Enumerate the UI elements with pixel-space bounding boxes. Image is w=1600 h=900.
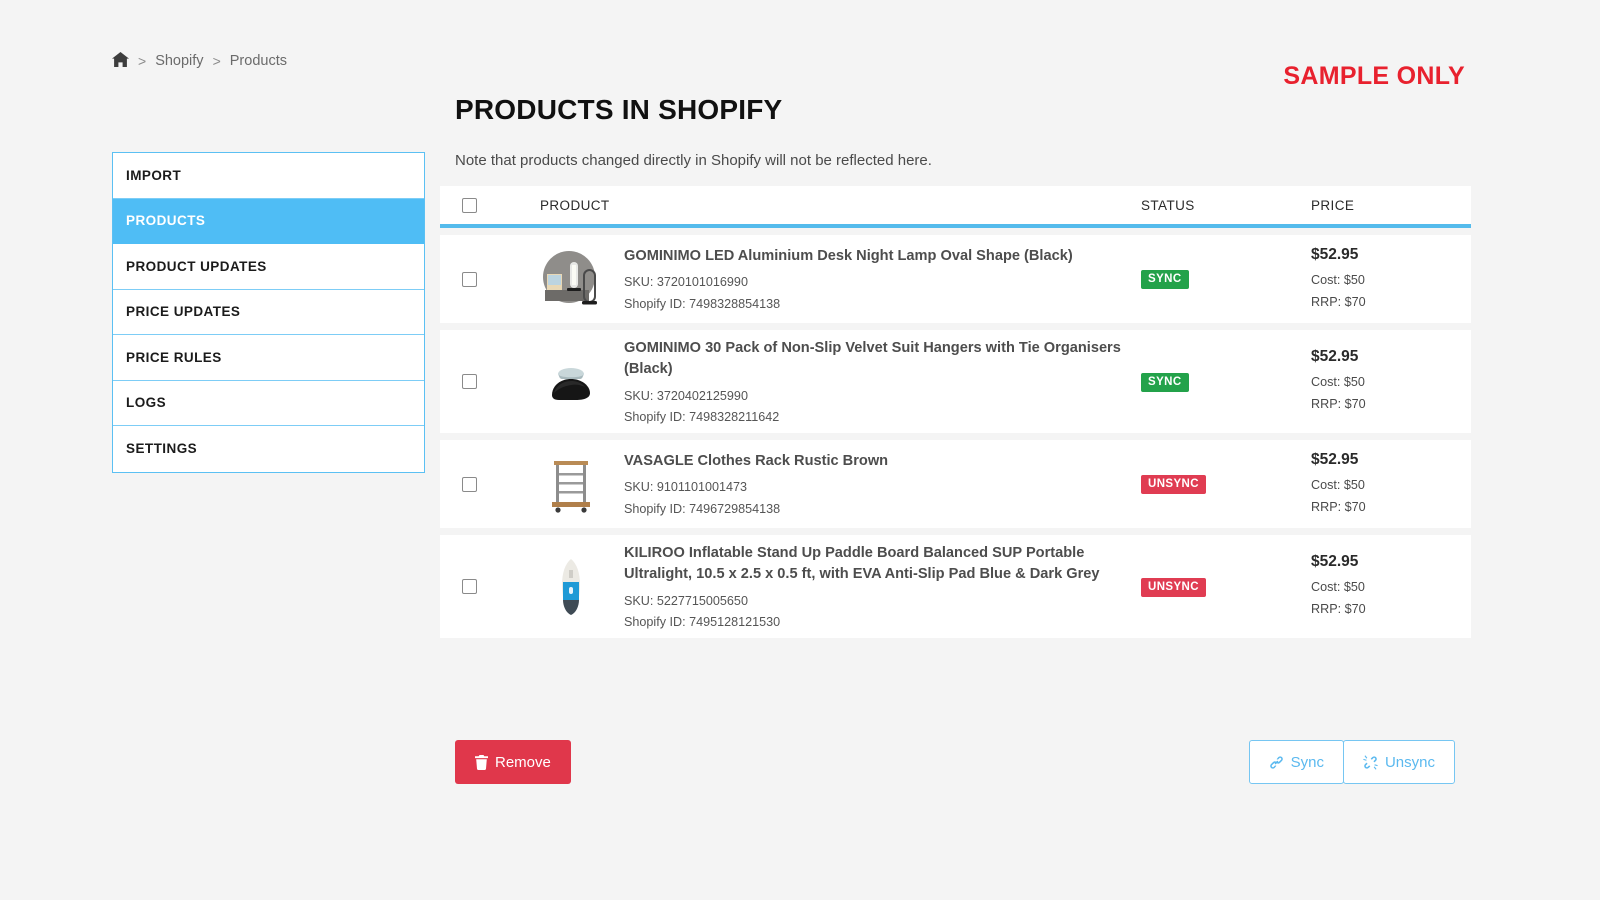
status-cell: SYNC: [1141, 269, 1311, 289]
unsync-button[interactable]: Unsync: [1343, 740, 1455, 784]
breadcrumb: > Shopify > Products: [112, 52, 287, 71]
select-all-checkbox[interactable]: [462, 198, 477, 213]
price-cell: $52.95 Cost: $50 RRP: $70: [1311, 553, 1471, 620]
status-badge: UNSYNC: [1141, 475, 1206, 494]
column-header-product: PRODUCT: [540, 198, 1141, 213]
remove-button[interactable]: Remove: [455, 740, 571, 784]
table-row[interactable]: VASAGLE Clothes Rack Rustic Brown SKU: 9…: [440, 440, 1471, 528]
product-name: GOMINIMO 30 Pack of Non-Slip Velvet Suit…: [624, 338, 1141, 380]
sidebar-item-settings[interactable]: SETTINGS: [113, 426, 424, 472]
sidebar-item-product-updates[interactable]: PRODUCT UPDATES: [113, 244, 424, 290]
product-cell: VASAGLE Clothes Rack Rustic Brown SKU: 9…: [540, 449, 1141, 518]
products-table: PRODUCT STATUS PRICE: [440, 186, 1471, 638]
table-header-row: PRODUCT STATUS PRICE: [440, 186, 1471, 228]
status-cell: UNSYNC: [1141, 474, 1311, 494]
remove-button-label: Remove: [495, 754, 551, 771]
breadcrumb-separator-1: >: [138, 53, 146, 69]
product-sku: SKU: 9101101001473: [624, 477, 888, 497]
table-row[interactable]: KILIROO Inflatable Stand Up Paddle Board…: [440, 535, 1471, 638]
sidebar-item-price-updates[interactable]: PRICE UPDATES: [113, 290, 424, 336]
row-select-cell: [462, 374, 540, 389]
table-row[interactable]: GOMINIMO LED Aluminium Desk Night Lamp O…: [440, 235, 1471, 323]
sidebar-item-price-rules[interactable]: PRICE RULES: [113, 335, 424, 381]
product-price: $52.95: [1311, 451, 1471, 469]
column-header-status: STATUS: [1141, 198, 1311, 213]
sidebar-item-logs[interactable]: LOGS: [113, 381, 424, 427]
product-price: $52.95: [1311, 553, 1471, 571]
product-name: VASAGLE Clothes Rack Rustic Brown: [624, 451, 888, 472]
status-badge: SYNC: [1141, 373, 1189, 392]
product-name: KILIROO Inflatable Stand Up Paddle Board…: [624, 543, 1141, 585]
product-shopify-id: Shopify ID: 7495128121530: [624, 612, 1141, 632]
column-header-price: PRICE: [1311, 198, 1471, 213]
product-cost: Cost: $50: [1311, 577, 1471, 598]
product-shopify-id: Shopify ID: 7498328211642: [624, 407, 1141, 427]
product-rrp: RRP: $70: [1311, 394, 1471, 415]
velvet-hangers-thumbnail: [540, 351, 602, 413]
row-checkbox[interactable]: [462, 272, 477, 287]
product-cost: Cost: $50: [1311, 270, 1471, 291]
price-cell: $52.95 Cost: $50 RRP: $70: [1311, 451, 1471, 518]
trash-icon: [475, 755, 488, 770]
sync-button-label: Sync: [1291, 754, 1324, 771]
product-price: $52.95: [1311, 246, 1471, 264]
desk-lamp-thumbnail: [540, 248, 602, 310]
sync-button[interactable]: Sync: [1249, 740, 1344, 784]
link-icon: [1269, 755, 1284, 770]
broken-link-icon: [1363, 755, 1378, 770]
price-cell: $52.95 Cost: $50 RRP: $70: [1311, 348, 1471, 415]
row-checkbox[interactable]: [462, 374, 477, 389]
product-rrp: RRP: $70: [1311, 599, 1471, 620]
clothes-rack-thumbnail: [540, 453, 602, 515]
select-all-cell: [462, 198, 540, 213]
sidebar-item-label: PRODUCTS: [126, 213, 205, 228]
product-cost: Cost: $50: [1311, 475, 1471, 496]
page-note: Note that products changed directly in S…: [455, 152, 932, 169]
home-icon[interactable]: [112, 52, 129, 71]
action-bar: Remove Sync Unsync: [455, 740, 1455, 784]
row-checkbox[interactable]: [462, 579, 477, 594]
sidebar-item-label: IMPORT: [126, 168, 181, 183]
product-cell: GOMINIMO 30 Pack of Non-Slip Velvet Suit…: [540, 336, 1141, 427]
sidebar-item-import[interactable]: IMPORT: [113, 153, 424, 199]
sidebar-item-label: SETTINGS: [126, 441, 197, 456]
breadcrumb-item-shopify[interactable]: Shopify: [155, 53, 203, 69]
product-name: GOMINIMO LED Aluminium Desk Night Lamp O…: [624, 246, 1073, 267]
sidebar-item-label: LOGS: [126, 395, 166, 410]
row-select-cell: [462, 272, 540, 287]
row-select-cell: [462, 579, 540, 594]
product-rrp: RRP: $70: [1311, 497, 1471, 518]
product-cost: Cost: $50: [1311, 372, 1471, 393]
product-cell: KILIROO Inflatable Stand Up Paddle Board…: [540, 541, 1141, 632]
sidebar-item-label: PRODUCT UPDATES: [126, 259, 267, 274]
row-select-cell: [462, 477, 540, 492]
sidebar-nav: IMPORT PRODUCTS PRODUCT UPDATES PRICE UP…: [112, 152, 425, 473]
paddle-board-thumbnail: [540, 556, 602, 618]
product-cell: GOMINIMO LED Aluminium Desk Night Lamp O…: [540, 244, 1141, 313]
unsync-button-label: Unsync: [1385, 754, 1435, 771]
page-title: PRODUCTS IN SHOPIFY: [455, 94, 782, 126]
product-rrp: RRP: $70: [1311, 292, 1471, 313]
status-cell: SYNC: [1141, 372, 1311, 392]
price-cell: $52.95 Cost: $50 RRP: $70: [1311, 246, 1471, 313]
sidebar-item-label: PRICE RULES: [126, 350, 222, 365]
status-cell: UNSYNC: [1141, 577, 1311, 597]
status-badge: UNSYNC: [1141, 578, 1206, 597]
product-sku: SKU: 3720101016990: [624, 272, 1073, 292]
table-row[interactable]: GOMINIMO 30 Pack of Non-Slip Velvet Suit…: [440, 330, 1471, 433]
row-checkbox[interactable]: [462, 477, 477, 492]
product-price: $52.95: [1311, 348, 1471, 366]
breadcrumb-item-products[interactable]: Products: [230, 53, 287, 69]
product-shopify-id: Shopify ID: 7496729854138: [624, 499, 888, 519]
product-shopify-id: Shopify ID: 7498328854138: [624, 294, 1073, 314]
sidebar-item-products[interactable]: PRODUCTS: [113, 199, 424, 245]
status-badge: SYNC: [1141, 270, 1189, 289]
sample-only-banner: SAMPLE ONLY: [1283, 62, 1465, 91]
sidebar-item-label: PRICE UPDATES: [126, 304, 240, 319]
product-sku: SKU: 5227715005650: [624, 591, 1141, 611]
product-sku: SKU: 3720402125990: [624, 386, 1141, 406]
breadcrumb-separator-2: >: [213, 53, 221, 69]
